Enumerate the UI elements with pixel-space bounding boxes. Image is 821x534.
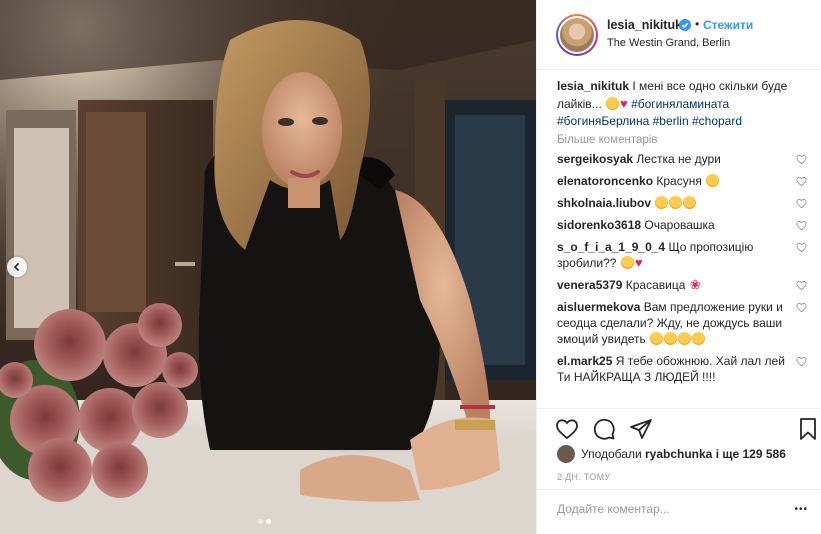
likes-by-label: Уподобали	[581, 447, 642, 461]
comment-text: Красуня	[656, 174, 702, 188]
comment-item: venera5379 Красавица ❀	[557, 277, 807, 293]
heart-eyes-emoji	[664, 332, 678, 345]
comment-username[interactable]: sidorenko3618	[557, 218, 641, 232]
comment-text: Очаровашка	[644, 218, 715, 232]
liker-avatar[interactable]	[557, 445, 575, 463]
carousel-indicator	[258, 519, 271, 524]
hashtag-link[interactable]: #berlin	[653, 114, 689, 128]
grin-emoji	[606, 97, 620, 110]
hashtag-link[interactable]: #богиняламината	[631, 97, 729, 111]
liker-username[interactable]: ryabchunka	[645, 447, 712, 461]
bookmark-icon[interactable]	[796, 417, 820, 441]
carousel-prev-button[interactable]	[7, 257, 27, 277]
heart-eyes-emoji	[669, 196, 683, 209]
carousel-dot-active	[266, 519, 271, 524]
hashtag-link[interactable]: #chopard	[692, 114, 742, 128]
comment-username[interactable]: el.mark25	[557, 354, 612, 368]
red-heart-emoji: ♥	[634, 255, 643, 270]
comment-username[interactable]: aisluermekova	[557, 300, 640, 314]
heart-eyes-emoji	[678, 332, 692, 345]
likes-summary: Уподобали ryabchunka і ще 129 586	[557, 445, 786, 463]
heart-eyes-emoji	[655, 196, 669, 209]
hashtag-link[interactable]: #богиняБерлина	[557, 114, 649, 128]
add-comment-bar: •••	[537, 489, 821, 534]
heart-eyes-emoji	[650, 332, 664, 345]
thumbs-up-emoji	[620, 256, 634, 269]
comment-username[interactable]: s_o_f_i_a_1_9_0_4	[557, 240, 665, 254]
post-photo[interactable]	[0, 0, 536, 534]
comment-item: aisluermekova Вам предложение руки и сео…	[557, 299, 807, 347]
comment-item: shkolnaia.liubov	[557, 195, 807, 211]
heart-outline-icon[interactable]	[796, 176, 807, 187]
comment-item: elenatoroncenko Красуня	[557, 173, 807, 189]
comment-username[interactable]: venera5379	[557, 278, 622, 292]
separator-dot: •	[695, 17, 700, 31]
post-side-panel: lesia_nikituk • Стежити The Westin Grand…	[536, 0, 821, 534]
comment-item: sidorenko3618 Очаровашка	[557, 217, 807, 233]
post-header: lesia_nikituk • Стежити The Westin Grand…	[537, 0, 821, 70]
photo-scene	[0, 0, 536, 534]
comment-username[interactable]: sergeikosyak	[557, 152, 633, 166]
raised-hands-emoji	[683, 196, 697, 209]
red-heart-emoji: ♥	[620, 96, 628, 111]
follow-button[interactable]: Стежити	[703, 18, 753, 32]
instagram-post-view: lesia_nikituk • Стежити The Westin Grand…	[0, 0, 821, 534]
heart-outline-icon[interactable]	[555, 417, 579, 441]
comment-item: el.mark25 Я тебе обожнюю. Хай лал лей Ти…	[557, 353, 807, 385]
more-options-icon[interactable]: •••	[794, 504, 808, 515]
heart-outline-icon[interactable]	[796, 154, 807, 165]
likes-count[interactable]: і ще 129 586	[716, 447, 786, 461]
heart-outline-icon[interactable]	[796, 302, 807, 313]
comment-item: sergeikosyak Лестка не дури	[557, 151, 807, 167]
comment-username[interactable]: elenatoroncenko	[557, 174, 653, 188]
post-timestamp[interactable]: 2 ДН. ТОМУ	[557, 472, 610, 482]
paper-plane-icon[interactable]	[629, 417, 653, 441]
heart-outline-icon[interactable]	[796, 198, 807, 209]
comments-list[interactable]: lesia_nikituk І мені все одно скільки бу…	[557, 78, 807, 406]
heart-outline-icon[interactable]	[796, 242, 807, 253]
verified-badge-icon	[679, 19, 691, 31]
carousel-dot	[258, 519, 263, 524]
comment-bubble-icon[interactable]	[592, 417, 616, 441]
post-caption: lesia_nikituk І мені все одно скільки бу…	[557, 78, 807, 130]
location-link[interactable]: The Westin Grand, Berlin	[607, 37, 730, 49]
caption-username[interactable]: lesia_nikituk	[557, 79, 629, 93]
comment-text: Лестка не дури	[636, 152, 721, 166]
heart-eyes-emoji	[706, 174, 720, 187]
comment-input[interactable]	[557, 502, 757, 516]
comment-username[interactable]: shkolnaia.liubov	[557, 196, 651, 210]
more-comments-link[interactable]: Більше коментарів	[557, 134, 807, 146]
username-link[interactable]: lesia_nikituk	[607, 18, 682, 32]
avatar[interactable]	[556, 14, 598, 56]
action-bar	[537, 408, 821, 448]
chevron-left-icon	[13, 262, 20, 272]
heart-outline-icon[interactable]	[796, 280, 807, 291]
heart-outline-icon[interactable]	[796, 356, 807, 367]
comment-item: s_o_f_i_a_1_9_0_4 Що пропозицію зробили?…	[557, 239, 807, 271]
heart-outline-icon[interactable]	[796, 220, 807, 231]
avatar-image	[560, 18, 594, 52]
rose-emoji: ❀	[689, 277, 701, 292]
heart-eyes-emoji	[692, 332, 706, 345]
comment-text: Красавица	[625, 278, 686, 292]
